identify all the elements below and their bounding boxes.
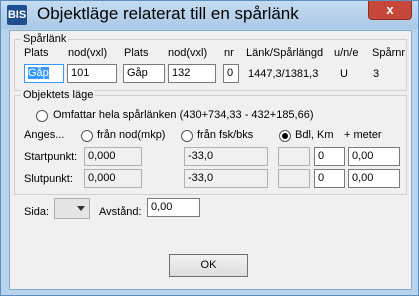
sparnr-value: 3 (373, 68, 380, 80)
omfattar-radio[interactable] (36, 110, 48, 122)
bdl-label: Bdl, (295, 129, 314, 141)
nod1-input[interactable]: 101 (67, 64, 117, 83)
km-label: Km (317, 129, 334, 141)
plats1-header: Plats (24, 47, 49, 59)
ok-button[interactable]: OK (169, 254, 248, 277)
langd-header: Länk/Spårlängd (246, 47, 324, 59)
nr-header: nr (224, 47, 234, 59)
window-title: Objektläge relaterat till en spårlänk (37, 4, 299, 23)
title-bar[interactable]: BIS Objektläge relaterat till en spårlän… (1, 1, 418, 29)
nr-input[interactable]: 0 (223, 64, 239, 83)
sida-label: Sida: (24, 206, 50, 218)
fran-fsk-label: från fsk/bks (197, 129, 254, 141)
plats2-input[interactable]: Gåp (123, 64, 165, 83)
start-fsk-field: -33,0 (184, 147, 268, 166)
slutpunkt-label: Slutpunkt: (24, 173, 73, 185)
dialog-window: BIS Objektläge relaterat till en spårlän… (0, 0, 419, 296)
slut-meter-input[interactable]: 0,00 (348, 169, 400, 188)
anges-label: Anges... (24, 129, 65, 141)
dialog-client: Spårlänk Plats nod(vxl) Plats nod(vxl) n… (9, 30, 412, 290)
bdl-radio[interactable] (279, 130, 291, 142)
start-bdl-field (278, 147, 310, 166)
plats1-input[interactable]: Gåp (24, 64, 64, 83)
chevron-down-icon (77, 206, 85, 211)
slut-bdl-field (278, 169, 310, 188)
sparnr-header: Spårnr (372, 47, 406, 59)
fran-nod-label: från nod(mkp) (97, 129, 166, 141)
slut-fsk-field: -33,0 (184, 169, 268, 188)
plats1-value: Gåp (28, 67, 49, 79)
slut-km-input[interactable]: 0 (314, 169, 345, 188)
start-meter-input[interactable]: 0,00 (348, 147, 400, 166)
une-header: u/n/e (334, 47, 359, 59)
nod2-header: nod(vxl) (168, 47, 208, 59)
bis-app-icon: BIS (7, 5, 27, 25)
start-km-input[interactable]: 0 (314, 147, 345, 166)
sida-select[interactable] (54, 198, 90, 219)
fran-nod-radio[interactable] (81, 130, 93, 142)
avstand-label: Avstånd: (99, 206, 142, 218)
objektets-lage-group-title: Objektets läge (21, 89, 96, 101)
nod2-input[interactable]: 132 (168, 64, 216, 83)
nod1-header: nod(vxl) (68, 47, 108, 59)
avstand-input[interactable]: 0,00 (147, 198, 200, 217)
plats2-header: Plats (124, 47, 149, 59)
sparlank-group-title: Spårlänk (21, 33, 69, 45)
langd-value: 1447,3/1381,3 (248, 68, 319, 80)
fran-fsk-radio[interactable] (181, 130, 193, 142)
start-nod-field: 0,000 (84, 147, 142, 166)
une-value: U (340, 68, 348, 80)
slut-nod-field: 0,000 (84, 169, 142, 188)
close-button[interactable]: x (368, 1, 412, 20)
meter-label: + meter (344, 129, 382, 141)
startpunkt-label: Startpunkt: (24, 151, 78, 163)
omfattar-label: Omfattar hela spårlänken (430+734,33 - 4… (53, 109, 314, 121)
